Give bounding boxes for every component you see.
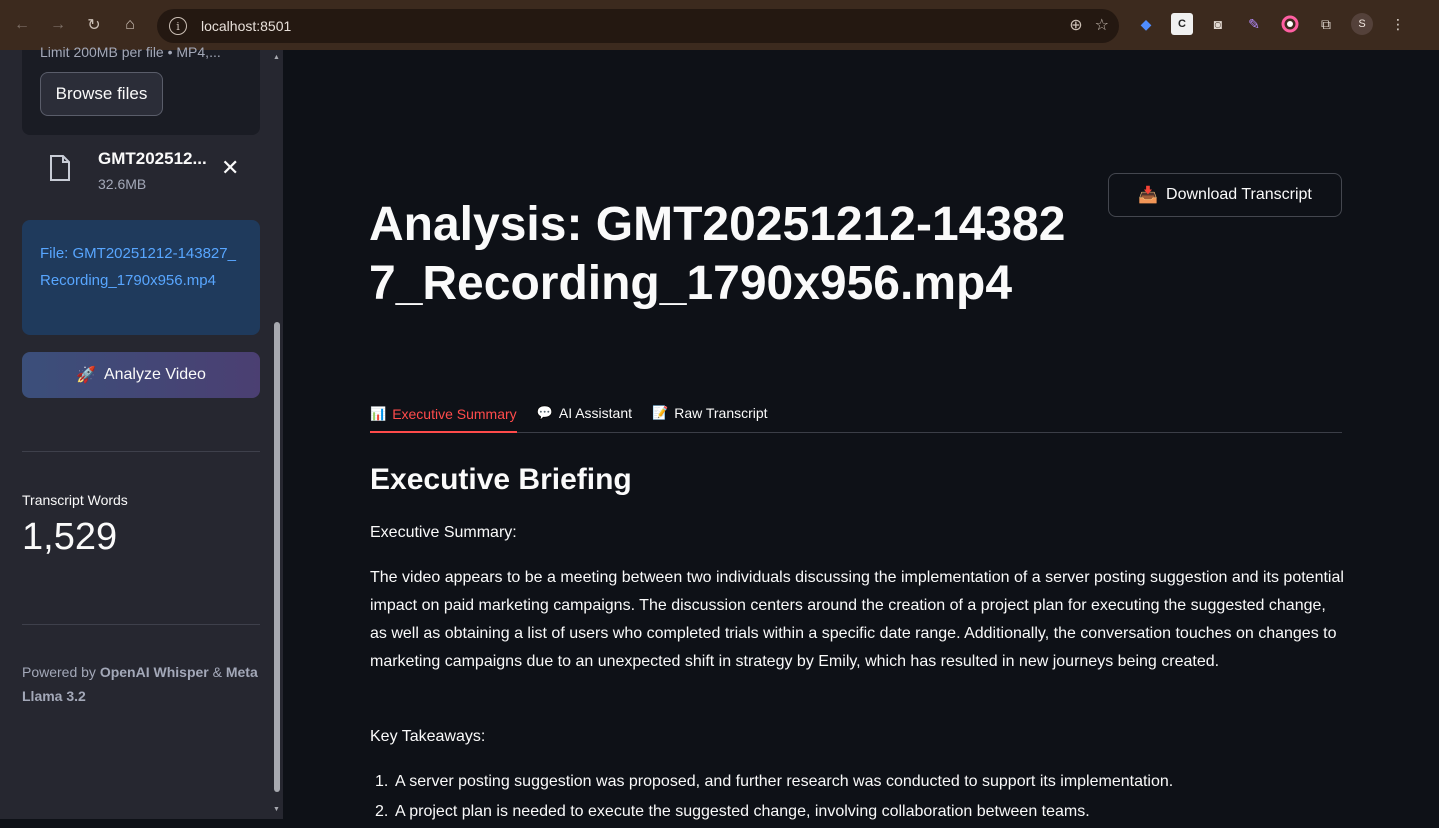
sidebar-divider (22, 624, 260, 625)
powered-and: & (208, 664, 226, 680)
metric-label: Transcript Words (22, 492, 128, 508)
tab-label: AI Assistant (558, 405, 633, 421)
forward-icon[interactable]: → (44, 11, 72, 39)
tab-label: Raw Transcript (674, 405, 768, 421)
sidebar-scrollbar[interactable] (274, 322, 280, 792)
browser-toolbar: ← → ↻ ⌂ i localhost:8501 ⊕ ☆ ◆ C ◙ ✎ ⧉ S… (0, 0, 1439, 50)
tab-raw-transcript[interactable]: 📝 Raw Transcript (652, 396, 768, 430)
file-uploader[interactable]: Limit 200MB per file • MP4,... Browse fi… (22, 44, 260, 135)
analyze-video-label: Analyze Video (103, 366, 206, 383)
scroll-up-arrow[interactable]: ▲ (273, 54, 280, 61)
scroll-down-arrow[interactable]: ▼ (273, 806, 280, 813)
download-transcript-label: Download Transcript (1166, 186, 1312, 203)
list-item: 2. A project plan is needed to execute t… (370, 798, 1345, 826)
memo-icon: 📝 (652, 405, 669, 420)
zoom-icon[interactable]: ⊕ (1069, 15, 1082, 35)
file-icon (50, 155, 70, 181)
bookmark-star-icon[interactable]: ☆ (1095, 15, 1109, 35)
takeaway-text: A project plan is needed to execute the … (395, 803, 1090, 820)
browse-files-button[interactable]: Browse files (40, 72, 163, 116)
summary-heading: Executive Summary: (370, 524, 517, 541)
home-icon[interactable]: ⌂ (116, 11, 144, 39)
summary-paragraph: The video appears to be a meeting betwee… (370, 569, 1344, 670)
powered-prefix: Powered by (22, 664, 100, 680)
tab-bar: 📊 Executive Summary 💬 AI Assistant 📝 Raw… (370, 396, 1342, 433)
rocket-icon: 🚀 (76, 367, 96, 384)
site-info-icon[interactable]: i (169, 17, 187, 35)
sidebar-divider (22, 451, 260, 452)
tab-executive-summary[interactable]: 📊 Executive Summary (370, 396, 517, 433)
takeaway-text: A server posting suggestion was proposed… (395, 773, 1174, 790)
file-info-box: File: GMT20251212-143827_Recording_1790x… (22, 220, 260, 335)
powered-by-text: Powered by OpenAI Whisper & Meta Llama 3… (22, 660, 262, 708)
remove-file-icon[interactable]: ✕ (221, 155, 239, 181)
download-transcript-button[interactable]: 📥 Download Transcript (1108, 173, 1342, 217)
browser-menu-icon[interactable]: ⋮ (1387, 13, 1409, 35)
inbox-tray-icon: 📥 (1138, 187, 1159, 204)
section-title: Executive Briefing (370, 463, 632, 496)
extensions-puzzle-icon[interactable]: ⧉ (1315, 13, 1337, 35)
speech-bubble-icon: 💬 (536, 405, 553, 420)
tab-label: Executive Summary (392, 405, 517, 422)
address-bar[interactable]: i localhost:8501 ⊕ ☆ (157, 9, 1119, 43)
back-icon[interactable]: ← (8, 11, 36, 39)
upload-limit-text: Limit 200MB per file • MP4,... (40, 44, 221, 60)
list-item: 1. A server posting suggestion was propo… (370, 768, 1345, 796)
uploaded-file-size: 32.6MB (98, 176, 147, 192)
profile-avatar[interactable]: S (1351, 13, 1373, 35)
url-text[interactable]: localhost:8501 (201, 18, 291, 34)
uploaded-file-name: GMT202512... (98, 149, 207, 168)
metric-value: 1,529 (22, 516, 118, 558)
page-title: Analysis: GMT20251212-143827_Recording_1… (369, 198, 1066, 310)
takeaways-list: 1. A server posting suggestion was propo… (370, 768, 1345, 828)
extension-cleaner-icon[interactable]: C (1171, 13, 1193, 35)
extension-camera-icon[interactable]: ◙ (1207, 13, 1229, 35)
file-info-text: File: GMT20251212-143827_Recording_1790x… (40, 245, 236, 289)
analyze-video-button[interactable]: 🚀 Analyze Video (22, 352, 260, 398)
reload-icon[interactable]: ↻ (80, 11, 108, 39)
extension-color-icon[interactable] (1279, 13, 1301, 35)
takeaways-heading: Key Takeaways: (370, 728, 486, 745)
uploaded-file-row: GMT202512... 32.6MB ✕ (22, 145, 260, 195)
sidebar: Limit 200MB per file • MP4,... Browse fi… (0, 44, 283, 819)
main-content: 📥 Download Transcript Analysis: GMT20251… (283, 50, 1439, 820)
powered-whisper: OpenAI Whisper (99, 664, 209, 680)
extension-tag-icon[interactable]: ◆ (1135, 13, 1157, 35)
tab-ai-assistant[interactable]: 💬 AI Assistant (537, 396, 632, 430)
extension-pen-icon[interactable]: ✎ (1243, 13, 1265, 35)
bar-chart-icon: 📊 (370, 405, 387, 421)
